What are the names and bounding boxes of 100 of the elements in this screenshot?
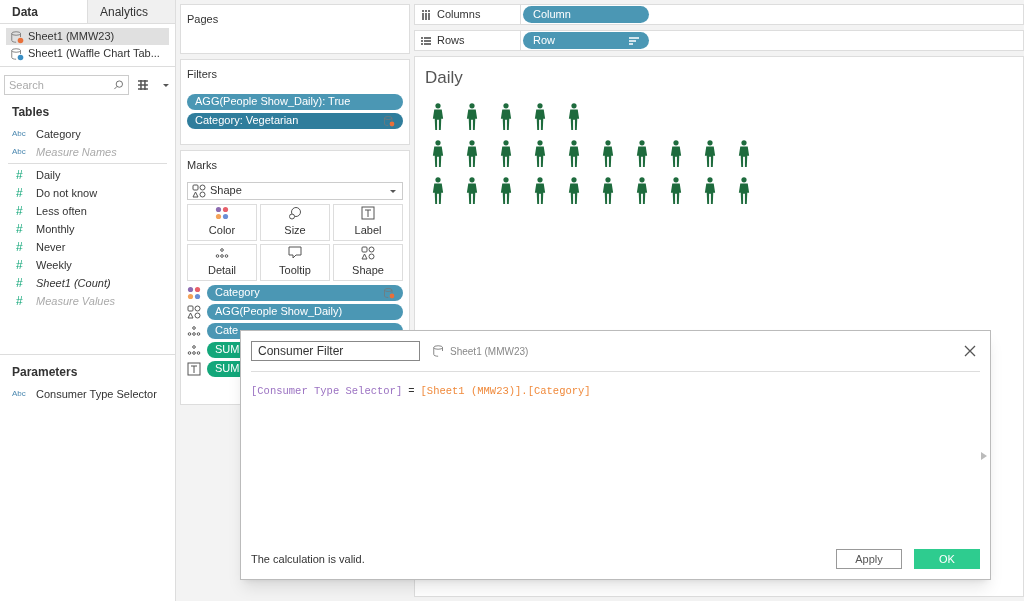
validation-message: The calculation is valid. <box>251 551 366 567</box>
field-item[interactable]: Do not know <box>36 184 98 202</box>
pill-label: Category: Vegetarian <box>195 113 299 129</box>
field-item[interactable]: Less often <box>36 202 87 220</box>
database-icon <box>383 114 395 127</box>
section-heading: Parameters <box>11 364 79 381</box>
person-icon <box>500 102 512 131</box>
mark-type-dropdown[interactable]: Shape <box>187 181 403 200</box>
type-label: # <box>15 293 24 310</box>
calculation-name-field[interactable]: Consumer Filter <box>251 341 420 361</box>
mark-property-button[interactable]: Shape <box>333 243 403 281</box>
text-label-icon <box>187 361 201 376</box>
parameter-item[interactable]: Consumer Type Selector <box>36 385 157 403</box>
type-label: Abc <box>12 388 27 400</box>
shapes-icon <box>192 183 206 198</box>
data-source-item[interactable]: Sheet1 (Waffle Chart Tab... <box>6 45 169 62</box>
search-field[interactable]: Search <box>4 75 130 95</box>
formula-token: [Consumer Type Selector] <box>251 384 403 399</box>
type-label: # <box>15 221 24 238</box>
data-source-item[interactable]: Sheet1 (MMW23) <box>6 28 169 45</box>
shapes-icon <box>187 304 201 319</box>
dots-detail-icon <box>215 245 229 260</box>
field-item[interactable]: Daily <box>36 166 61 184</box>
dots-detail-icon <box>187 323 201 338</box>
person-icon <box>704 176 716 205</box>
dialog-button[interactable]: Apply <box>836 549 902 569</box>
person-icon <box>534 102 546 131</box>
person-icon <box>636 139 648 168</box>
data-source-label: Sheet1 (MMW23) <box>28 29 115 45</box>
person-icon <box>602 139 614 168</box>
person-icon <box>568 102 580 131</box>
field-item[interactable]: Category <box>36 125 81 143</box>
person-icon <box>534 176 546 205</box>
person-icon <box>670 139 682 168</box>
type-label: # <box>15 257 24 274</box>
person-icon <box>738 139 750 168</box>
size-circles-icon <box>288 205 302 220</box>
color-dots-icon <box>215 205 229 220</box>
type-label: # <box>15 203 24 220</box>
formula-token: = <box>408 384 415 399</box>
mark-property-button[interactable]: Color <box>187 203 257 241</box>
view-title: Daily <box>425 67 464 89</box>
person-icon <box>738 176 750 205</box>
speech-bubble-icon <box>288 245 302 260</box>
search-icon <box>113 79 125 91</box>
mark-property-button[interactable]: Label <box>333 203 403 241</box>
search-input[interactable]: Search <box>9 76 114 94</box>
formula-editor[interactable]: [Consumer Type Selector] = [Sheet1 (MMW23)].[Category] <box>241 372 990 539</box>
color-dots-icon <box>187 285 201 300</box>
person-icon <box>466 139 478 168</box>
type-label: Abc <box>12 128 27 140</box>
shelf-label: Columns <box>437 7 481 23</box>
person-icon <box>670 176 682 205</box>
person-icon <box>602 176 614 205</box>
person-icon <box>534 139 546 168</box>
type-label: # <box>15 167 24 184</box>
mark-property-button[interactable]: Detail <box>187 243 257 281</box>
card-title: Marks <box>187 158 218 173</box>
person-icon <box>432 176 444 205</box>
type-label: Abc <box>12 146 27 158</box>
field-item[interactable]: Sheet1 (Count) <box>36 274 111 292</box>
field-item[interactable]: Never <box>36 238 66 256</box>
shapes-icon <box>361 245 375 260</box>
card-title: Pages <box>187 12 220 27</box>
person-icon <box>636 176 648 205</box>
pill-label: AGG(People Show_Daily): True <box>195 94 351 110</box>
grid-view-icon[interactable] <box>137 79 150 91</box>
person-icon <box>466 176 478 205</box>
person-icon <box>466 102 478 131</box>
person-icon <box>432 139 444 168</box>
pane-tab[interactable]: Analytics <box>87 0 175 23</box>
person-icon <box>500 139 512 168</box>
shelf-label: Rows <box>437 33 465 49</box>
person-icon <box>568 176 580 205</box>
mark-property-button[interactable]: Size <box>260 203 330 241</box>
person-icon <box>568 139 580 168</box>
card-title: Filters <box>187 67 218 82</box>
type-label: # <box>15 185 24 202</box>
database-icon <box>10 46 24 61</box>
database-icon <box>432 344 446 358</box>
database-icon <box>383 286 395 299</box>
sort-icon <box>629 35 639 46</box>
dots-detail-icon <box>187 342 201 357</box>
field-item[interactable]: Monthly <box>36 220 75 238</box>
data-source-label: Sheet1 (Waffle Chart Tab... <box>28 46 160 62</box>
section-heading: Tables <box>11 104 51 121</box>
columns-icon <box>421 9 431 20</box>
text-label-icon <box>361 205 375 220</box>
rows-icon <box>421 35 431 46</box>
database-icon <box>10 29 24 44</box>
formula-token: [Sheet1 (MMW23)].[Category] <box>420 384 591 399</box>
type-label: # <box>15 275 24 292</box>
filter-pill[interactable]: Category: Vegetarian <box>187 112 403 129</box>
person-icon <box>500 176 512 205</box>
source-label: Sheet1 (MMW23) <box>450 344 529 359</box>
field-item[interactable]: Weekly <box>36 256 72 274</box>
person-icon <box>432 102 444 131</box>
person-icon <box>704 139 716 168</box>
mark-property-button[interactable]: Tooltip <box>260 243 330 281</box>
close-icon[interactable] <box>964 345 976 357</box>
